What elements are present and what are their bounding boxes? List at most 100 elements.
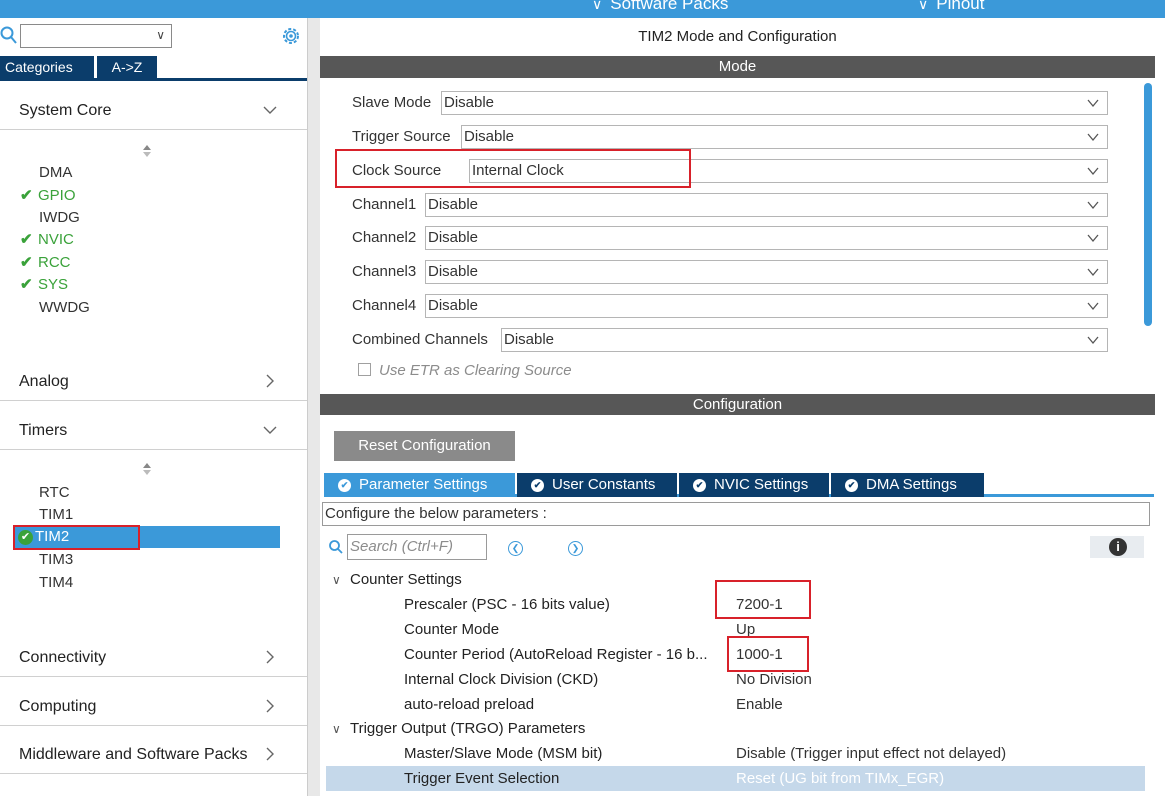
param-row-msm[interactable]: Master/Slave Mode (MSM bit) Disable (Tri… (326, 741, 1145, 766)
mode-row-trigger-source: Trigger Source Disable (352, 125, 1108, 149)
search-icon (0, 26, 17, 44)
chevron-down-icon: ∨ (156, 28, 165, 42)
checkbox[interactable] (358, 363, 371, 376)
search-icon (329, 540, 343, 554)
field-label: Channel2 (352, 229, 417, 246)
chevron-right-icon (266, 650, 274, 664)
highlight-box-tim2 (13, 525, 140, 550)
panel-splitter[interactable] (307, 18, 320, 796)
tree-item-sys[interactable]: ✔ SYS (20, 274, 68, 296)
tree-item-rcc[interactable]: ✔ RCC (20, 252, 71, 274)
chevron-down-icon (1087, 234, 1099, 243)
tab-underline (0, 78, 307, 81)
category-search-combo[interactable]: ∨ (20, 24, 172, 48)
section-analog[interactable]: Analog (0, 361, 307, 401)
configuration-area: Reset Configuration ✔ Parameter Settings … (320, 415, 1155, 796)
sort-icon[interactable] (140, 144, 154, 158)
field-label: Channel1 (352, 196, 417, 213)
check-icon: ✔ (20, 276, 33, 293)
chevron-down-icon: ∨ (332, 573, 341, 587)
param-value[interactable]: Enable (736, 692, 783, 717)
search-previous-icon[interactable]: ❮ (508, 541, 523, 556)
chevron-down-icon (1087, 336, 1099, 345)
reset-configuration-button[interactable]: Reset Configuration (334, 431, 515, 461)
param-name: Counter Period (AutoReload Register - 16… (404, 646, 708, 663)
search-next-icon[interactable]: ❯ (568, 541, 583, 556)
tree-item-nvic[interactable]: ✔ NVIC (20, 229, 74, 251)
sort-icon[interactable] (140, 462, 154, 476)
tab-dma-settings[interactable]: ✔ DMA Settings (831, 473, 984, 497)
channel2-select[interactable]: Disable (425, 226, 1108, 250)
param-row-auto-reload[interactable]: auto-reload preload Enable (326, 692, 1145, 717)
mode-row-channel2: Channel2 Disable (352, 226, 1108, 250)
pinout-menu[interactable]: ∨ Pinout (918, 0, 984, 14)
gear-icon[interactable] (280, 25, 302, 47)
param-name: Internal Clock Division (CKD) (404, 671, 599, 688)
etr-clearing-checkbox[interactable]: Use ETR as Clearing Source (358, 362, 572, 379)
channel3-select[interactable]: Disable (425, 260, 1108, 284)
highlight-box-counter-period (727, 636, 809, 672)
parameter-search-input[interactable]: Search (Ctrl+F) (347, 534, 487, 560)
tree-item-wwdg[interactable]: WWDG (39, 297, 90, 319)
tree-item-rtc[interactable]: RTC (39, 482, 70, 504)
check-circle-icon: ✔ (338, 479, 351, 492)
channel4-select[interactable]: Disable (425, 294, 1108, 318)
tree-item-tim3[interactable]: TIM3 (39, 549, 73, 571)
category-tabs: Categories A->Z (0, 56, 160, 78)
tree-item-gpio[interactable]: ✔ GPIO (20, 185, 76, 207)
channel1-select[interactable]: Disable (425, 193, 1108, 217)
mode-band: Mode (320, 56, 1155, 78)
param-name: Counter Mode (404, 621, 500, 638)
tab-categories[interactable]: Categories (0, 56, 94, 78)
field-label: Channel4 (352, 297, 417, 314)
chevron-down-icon: ∨ (332, 722, 341, 736)
mode-row-channel3: Channel3 Disable (352, 260, 1108, 284)
mode-scrollbar[interactable] (1144, 83, 1152, 326)
section-label: Timers (19, 422, 68, 439)
field-label: Combined Channels (352, 331, 488, 348)
param-row-trigger-event[interactable]: Trigger Event Selection Reset (UG bit fr… (326, 766, 1145, 791)
tab-nvic-settings[interactable]: ✔ NVIC Settings (679, 473, 829, 497)
mode-row-slave-mode: Slave Mode Disable (352, 91, 1108, 115)
configuration-band: Configuration (320, 394, 1155, 416)
info-button[interactable]: i (1090, 536, 1144, 558)
slave-mode-select[interactable]: Disable (441, 91, 1108, 115)
tree-item-tim4[interactable]: TIM4 (39, 572, 73, 594)
tab-parameter-settings[interactable]: ✔ Parameter Settings (324, 473, 515, 497)
mode-row-channel4: Channel4 Disable (352, 294, 1108, 318)
mode-row-channel1: Channel1 Disable (352, 193, 1108, 217)
check-circle-icon: ✔ (845, 479, 858, 492)
highlight-box-clock-source (335, 149, 691, 188)
param-value[interactable]: Reset (UG bit from TIMx_EGR) (736, 766, 944, 791)
tab-user-constants[interactable]: ✔ User Constants (517, 473, 677, 497)
group-counter-settings[interactable]: ∨ Counter Settings (332, 568, 462, 592)
tree-item-iwdg[interactable]: IWDG (39, 207, 80, 229)
field-label: Channel3 (352, 263, 417, 280)
section-label: Middleware and Software Packs (19, 746, 248, 763)
chevron-down-icon (263, 426, 277, 434)
tab-a-z[interactable]: A->Z (97, 56, 157, 78)
section-computing[interactable]: Computing (0, 686, 307, 726)
tree-item-tim1[interactable]: TIM1 (39, 504, 73, 526)
group-trgo-parameters[interactable]: ∨ Trigger Output (TRGO) Parameters (332, 717, 585, 741)
info-icon: i (1109, 538, 1127, 556)
section-system-core[interactable]: System Core (0, 90, 307, 130)
combined-channels-select[interactable]: Disable (501, 328, 1108, 352)
configuration-tabs: ✔ Parameter Settings ✔ User Constants ✔ NVI… (324, 473, 1154, 497)
section-timers[interactable]: Timers (0, 410, 307, 450)
field-label: Trigger Source (352, 128, 451, 145)
chevron-right-icon (266, 699, 274, 713)
section-label: Connectivity (19, 649, 107, 666)
section-label: System Core (19, 102, 112, 119)
chevron-down-icon (1087, 167, 1099, 176)
parameters-hint: Configure the below parameters : (322, 502, 1150, 526)
tree-item-dma[interactable]: DMA (39, 162, 72, 184)
param-value[interactable]: Disable (Trigger input effect not delaye… (736, 741, 1006, 766)
software-packs-menu[interactable]: ∨ Software Packs (592, 0, 728, 14)
chevron-down-icon (263, 106, 277, 114)
highlight-box-prescaler (715, 580, 811, 619)
section-middleware[interactable]: Middleware and Software Packs (0, 734, 307, 774)
trigger-source-select[interactable]: Disable (461, 125, 1108, 149)
categories-panel: ∨ Categories A->Z System Core DMA ✔ GPIO … (0, 18, 307, 796)
section-connectivity[interactable]: Connectivity (0, 637, 307, 677)
